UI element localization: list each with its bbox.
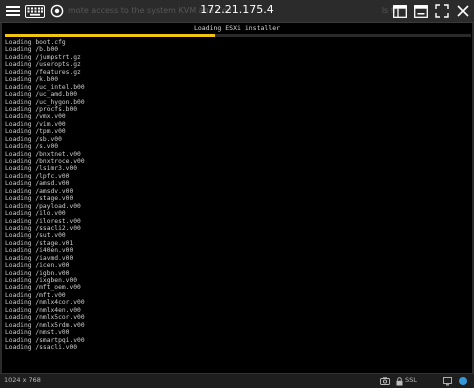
loading-progress-bar bbox=[5, 34, 471, 37]
console-line: Loading /stage.v01 bbox=[5, 239, 74, 247]
console-line: Loading /i40en.v00 bbox=[5, 247, 74, 255]
installer-title: Loading ESXi installer bbox=[193, 24, 281, 32]
minimize-window-icon[interactable] bbox=[412, 2, 430, 20]
console-line: Loading /smartpqi.v00 bbox=[5, 336, 85, 344]
kvm-console-screen[interactable]: Loading ESXi installer Loading boot.cfg L… bbox=[2, 23, 472, 373]
console-output: Loading boot.cfg Loading /b.b00 Loading /j… bbox=[5, 39, 465, 351]
window-layout-icon[interactable] bbox=[391, 2, 409, 20]
console-line: Loading /ilo.v00 bbox=[5, 210, 66, 218]
console-line: Loading /vmx.v00 bbox=[5, 113, 66, 121]
console-line: Loading /payload.v00 bbox=[5, 202, 81, 210]
console-line: Loading /features.gz bbox=[5, 68, 81, 76]
console-line: Loading /sb.v00 bbox=[5, 135, 62, 143]
console-line: Loading /icen.v00 bbox=[5, 262, 70, 270]
console-line: Loading /ilorest.v00 bbox=[5, 217, 81, 225]
console-line: Loading /bnxtroce.v00 bbox=[5, 158, 85, 165]
console-line: Loading /ssacli2.v00 bbox=[5, 224, 81, 232]
status-bar: 1024 x 768 SSL bbox=[0, 373, 474, 388]
console-line: Loading /mft.v00 bbox=[5, 291, 66, 299]
console-line: Loading /nmlx4en.v00 bbox=[5, 306, 81, 314]
ssl-label: SSL bbox=[405, 376, 417, 384]
console-line: Loading /nmlx5cor.v00 bbox=[5, 314, 85, 322]
console-line: Loading /bnxtnet.v00 bbox=[5, 150, 81, 158]
console-line: Loading boot.cfg bbox=[5, 39, 66, 46]
kvm-toolbar: mote access to the system KVM and Con ls … bbox=[0, 0, 474, 23]
console-line: Loading /uc_hygon.b00 bbox=[5, 98, 85, 106]
close-icon[interactable] bbox=[454, 2, 472, 20]
console-line: Loading /stage.v00 bbox=[5, 195, 74, 203]
lock-icon bbox=[396, 376, 403, 386]
console-line: Loading /lpfc.v00 bbox=[5, 172, 70, 180]
console-line: Loading /lsimr3.v00 bbox=[5, 165, 78, 173]
console-line: Loading /amsdv.v00 bbox=[5, 187, 74, 195]
console-line: Loading /procfs.b00 bbox=[5, 105, 78, 113]
loading-progress-fill bbox=[5, 34, 215, 37]
console-line: Loading /ixgben.v00 bbox=[5, 277, 78, 284]
resolution-readout: 1024 x 768 bbox=[4, 376, 41, 384]
console-line: Loading /k.b00 bbox=[5, 76, 59, 84]
console-line: Loading /mft_oem.v00 bbox=[5, 284, 81, 292]
console-line: Loading /vim.v00 bbox=[5, 120, 66, 128]
console-line: Loading /iavmd.v00 bbox=[5, 254, 74, 262]
console-line: Loading /nmlx4cor.v00 bbox=[5, 299, 85, 307]
status-dot-icon bbox=[458, 376, 468, 386]
console-line: Loading /uc_amd.b00 bbox=[5, 91, 78, 99]
camera-icon[interactable] bbox=[380, 376, 390, 386]
console-line: Loading /uc_intel.b00 bbox=[5, 83, 85, 91]
console-line: Loading /tpm.v00 bbox=[5, 128, 66, 136]
console-line: Loading /s.v00 bbox=[5, 143, 59, 151]
console-line: Loading /igbn.v00 bbox=[5, 269, 70, 277]
fullscreen-icon[interactable] bbox=[433, 2, 451, 20]
console-line: Loading /useropts.gz bbox=[5, 61, 81, 69]
console-line: Loading /nmst.v00 bbox=[5, 329, 70, 337]
console-line: Loading /jumpstrt.gz bbox=[5, 53, 81, 61]
console-line: Loading /amsd.v00 bbox=[5, 180, 70, 188]
console-line: Loading /sut.v00 bbox=[5, 232, 66, 240]
console-line: Loading /b.b00 bbox=[5, 46, 59, 54]
console-line: Loading /ssacli.v00 bbox=[5, 343, 78, 351]
display-icon[interactable] bbox=[443, 376, 452, 386]
console-line: Loading /nmlx5rdm.v00 bbox=[5, 321, 85, 329]
